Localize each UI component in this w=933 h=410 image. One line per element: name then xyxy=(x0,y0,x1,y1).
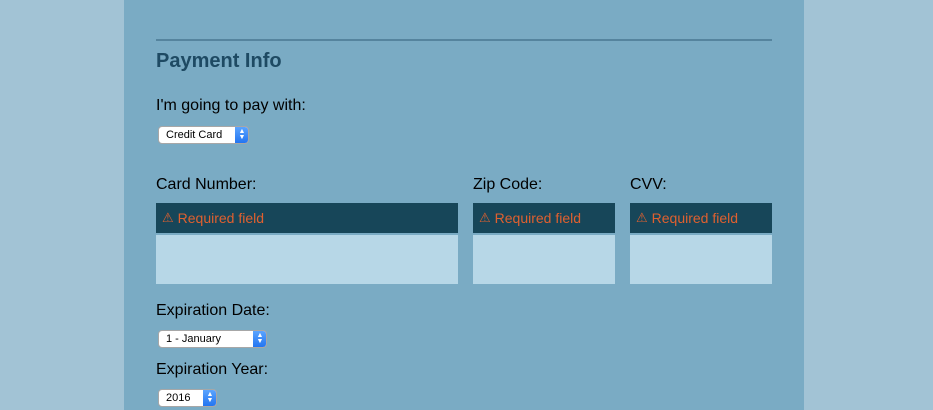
cvv-input[interactable] xyxy=(630,235,772,284)
cvv-error: ⚠ Required field xyxy=(630,203,772,233)
cvv-label: CVV: xyxy=(630,176,667,193)
chevron-updown-icon: ▲ ▼ xyxy=(203,390,216,406)
payment-method-value: Credit Card xyxy=(166,129,223,141)
expiration-date-label: Expiration Date: xyxy=(156,302,270,319)
expiration-year-value: 2016 xyxy=(166,392,191,404)
expiration-year-label: Expiration Year: xyxy=(156,361,269,378)
cvv-error-text: Required field xyxy=(651,210,739,226)
card-number-error-text: Required field xyxy=(177,210,265,226)
chevron-updown-icon: ▲ ▼ xyxy=(253,331,266,347)
section-title: Payment Info xyxy=(156,50,282,72)
warning-icon: ⚠ xyxy=(636,210,648,225)
zip-code-error: ⚠ Required field xyxy=(473,203,615,233)
payment-panel: Payment Info I'm going to pay with: Cred… xyxy=(124,0,804,410)
expiration-year-select[interactable]: 2016 ▲ ▼ xyxy=(158,389,217,407)
expiration-date-value: 1 - January xyxy=(166,333,222,345)
section-divider xyxy=(156,39,772,41)
zip-code-input[interactable] xyxy=(473,235,615,284)
payment-method-label: I'm going to pay with: xyxy=(156,97,306,114)
zip-code-error-text: Required field xyxy=(494,210,582,226)
card-number-input[interactable] xyxy=(156,235,458,284)
payment-method-select[interactable]: Credit Card ▲ ▼ xyxy=(158,126,249,144)
chevron-updown-icon: ▲ ▼ xyxy=(235,127,248,143)
expiration-date-select[interactable]: 1 - January ▲ ▼ xyxy=(158,330,267,348)
card-number-label: Card Number: xyxy=(156,176,257,193)
zip-code-label: Zip Code: xyxy=(473,176,543,193)
warning-icon: ⚠ xyxy=(162,210,174,225)
warning-icon: ⚠ xyxy=(479,210,491,225)
card-number-error: ⚠ Required field xyxy=(156,203,458,233)
